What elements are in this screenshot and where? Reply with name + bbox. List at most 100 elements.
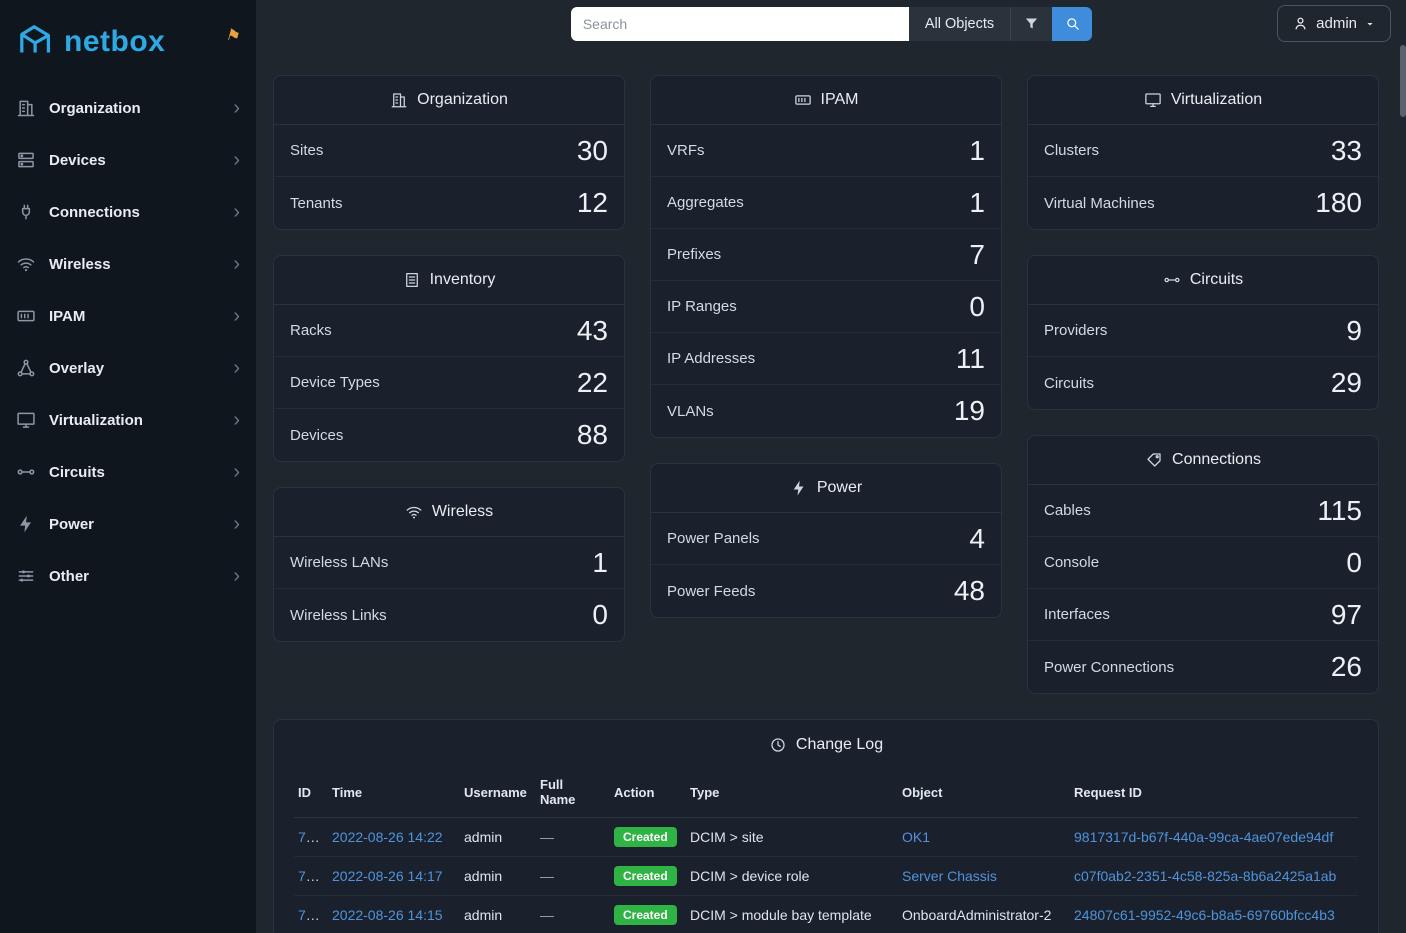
sidebar-item-other[interactable]: Other › <box>0 550 256 602</box>
col-header-id: ID <box>294 769 328 818</box>
change-request-id-link[interactable]: 9817317d-b67f-440a-99ca-4ae07ede94df <box>1074 829 1333 845</box>
stat-value-racks[interactable]: 43 <box>577 315 608 347</box>
sidebar-item-label: Other <box>49 568 233 585</box>
stat-value-prefixes[interactable]: 7 <box>969 239 985 271</box>
sidebar-item-devices[interactable]: Devices › <box>0 134 256 186</box>
user-menu-button[interactable]: admin <box>1277 5 1391 42</box>
stat-link-ip-addresses[interactable]: IP Addresses <box>667 350 755 367</box>
stat-link-vrfs[interactable]: VRFs <box>667 142 705 159</box>
stat-link-wireless-links[interactable]: Wireless Links <box>290 607 387 624</box>
card-title: Connections <box>1172 451 1261 469</box>
stat-value-circuits[interactable]: 29 <box>1331 367 1362 399</box>
search-bar: All Objects <box>571 7 1092 41</box>
stat-value-ip-addresses[interactable]: 11 <box>956 343 985 375</box>
stat-link-cables[interactable]: Cables <box>1044 502 1091 519</box>
stat-link-aggregates[interactable]: Aggregates <box>667 194 744 211</box>
sidebar-item-ipam[interactable]: IPAM › <box>0 290 256 342</box>
netbox-logo-icon[interactable] <box>16 23 58 61</box>
stat-value-ip-ranges[interactable]: 0 <box>969 291 985 323</box>
stat-link-device-types[interactable]: Device Types <box>290 374 380 391</box>
stat-link-devices[interactable]: Devices <box>290 427 343 444</box>
stat-link-ip-ranges[interactable]: IP Ranges <box>667 298 737 315</box>
change-time-link[interactable]: 2022-08-26 14:17 <box>332 868 443 884</box>
search-input[interactable] <box>571 7 909 41</box>
stat-row: Cables 115 <box>1028 485 1378 537</box>
stat-link-console[interactable]: Console <box>1044 554 1099 571</box>
sidebar-item-power[interactable]: Power › <box>0 498 256 550</box>
stat-value-interfaces[interactable]: 97 <box>1331 599 1362 631</box>
stat-link-racks[interactable]: Racks <box>290 322 332 339</box>
change-request-id-link[interactable]: 24807c61-9952-49c6-b8a5-69760bfcc4b3 <box>1074 907 1335 923</box>
stat-link-prefixes[interactable]: Prefixes <box>667 246 721 263</box>
stat-value-virtual-machines[interactable]: 180 <box>1315 187 1362 219</box>
change-type: DCIM > module bay template <box>690 907 872 923</box>
card-ipam-title: IPAM <box>651 76 1001 125</box>
scrollbar-track[interactable] <box>1400 0 1406 933</box>
stat-link-clusters[interactable]: Clusters <box>1044 142 1099 159</box>
change-object-link[interactable]: Server Chassis <box>902 868 997 884</box>
chevron-right-icon: › <box>233 358 240 378</box>
stat-row: Interfaces 97 <box>1028 589 1378 641</box>
stat-link-circuits[interactable]: Circuits <box>1044 375 1094 392</box>
stat-value-console[interactable]: 0 <box>1346 547 1362 579</box>
stat-value-device-types[interactable]: 22 <box>577 367 608 399</box>
change-time-link[interactable]: 2022-08-26 14:22 <box>332 829 443 845</box>
dashboard: Organization Sites 30 Tenants 12 <box>256 47 1406 933</box>
pin-sidebar-icon[interactable]: ⚑ <box>223 24 242 47</box>
stat-link-providers[interactable]: Providers <box>1044 322 1107 339</box>
stat-value-tenants[interactable]: 12 <box>577 187 608 219</box>
change-object: OnboardAdministrator-2 <box>902 907 1051 923</box>
filter-button[interactable] <box>1010 7 1052 41</box>
stat-value-wireless-links[interactable]: 0 <box>592 599 608 631</box>
counter-icon <box>794 91 812 109</box>
netbox-brand-text[interactable]: netbox <box>64 25 165 59</box>
sidebar-item-wireless[interactable]: Wireless › <box>0 238 256 290</box>
stat-link-power-connections[interactable]: Power Connections <box>1044 659 1174 676</box>
sidebar-item-virtualization[interactable]: Virtualization › <box>0 394 256 446</box>
stat-link-interfaces[interactable]: Interfaces <box>1044 606 1110 623</box>
filter-icon <box>1023 15 1040 32</box>
stat-link-power-panels[interactable]: Power Panels <box>667 530 760 547</box>
stat-link-tenants[interactable]: Tenants <box>290 195 343 212</box>
stat-value-power-feeds[interactable]: 48 <box>954 575 985 607</box>
sidebar-item-label: Organization <box>49 100 233 117</box>
stat-value-vrfs[interactable]: 1 <box>969 135 985 167</box>
card-inventory: Inventory Racks 43 Device Types 22 Devic… <box>273 255 625 462</box>
stat-link-vlans[interactable]: VLANs <box>667 403 714 420</box>
stat-link-power-feeds[interactable]: Power Feeds <box>667 583 755 600</box>
sidebar-item-connections[interactable]: Connections › <box>0 186 256 238</box>
change-object-link[interactable]: OK1 <box>902 829 930 845</box>
stat-link-sites[interactable]: Sites <box>290 142 323 159</box>
stat-link-wireless-lans[interactable]: Wireless LANs <box>290 554 388 571</box>
sidebar-item-organization[interactable]: Organization › <box>0 82 256 134</box>
change-id-link[interactable]: 753 <box>298 907 321 923</box>
cable-tag-icon <box>1145 451 1163 469</box>
card-title: Virtualization <box>1171 91 1262 109</box>
object-type-select[interactable]: All Objects <box>909 7 1010 41</box>
stat-row: VLANs 19 <box>651 385 1001 437</box>
wifi-icon <box>405 503 423 521</box>
sidebar-item-overlay[interactable]: Overlay › <box>0 342 256 394</box>
stat-value-vlans[interactable]: 19 <box>954 395 985 427</box>
stat-value-power-panels[interactable]: 4 <box>969 523 985 555</box>
change-time-link[interactable]: 2022-08-26 14:15 <box>332 907 443 923</box>
col-header-object: Object <box>898 769 1070 818</box>
change-id-link[interactable]: 755 <box>298 829 321 845</box>
stat-value-wireless-lans[interactable]: 1 <box>592 547 608 579</box>
sidebar-item-circuits[interactable]: Circuits › <box>0 446 256 498</box>
card-title: Organization <box>417 91 508 109</box>
stat-value-clusters[interactable]: 33 <box>1331 135 1362 167</box>
stat-value-cables[interactable]: 115 <box>1317 495 1362 527</box>
scrollbar-thumb[interactable] <box>1400 45 1406 117</box>
stat-value-devices[interactable]: 88 <box>577 419 608 451</box>
stat-value-providers[interactable]: 9 <box>1346 315 1362 347</box>
stat-value-power-connections[interactable]: 26 <box>1331 651 1362 683</box>
stat-value-sites[interactable]: 30 <box>577 135 608 167</box>
stat-row: Device Types 22 <box>274 357 624 409</box>
search-submit-button[interactable] <box>1052 7 1092 41</box>
change-id-link[interactable]: 754 <box>298 868 321 884</box>
stat-value-aggregates[interactable]: 1 <box>969 187 985 219</box>
change-request-id-link[interactable]: c07f0ab2-2351-4c58-825a-8b6a2425a1ab <box>1074 868 1336 884</box>
stat-link-virtual-machines[interactable]: Virtual Machines <box>1044 195 1155 212</box>
stat-row: IP Addresses 11 <box>651 333 1001 385</box>
